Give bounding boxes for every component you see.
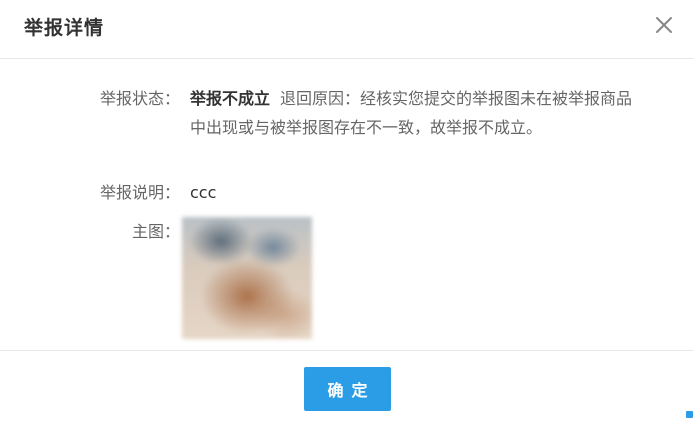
status-value: 举报不成立	[190, 89, 271, 108]
main-image-thumbnail[interactable]	[182, 217, 312, 339]
reason-label: 退回原因：	[280, 89, 361, 108]
status-content: 举报不成立 退回原因：经核实您提交的举报图未在被举报商品中出现或与被举报图存在不一…	[190, 84, 645, 142]
dialog-body: 举报状态： 举报不成立 退回原因：经核实您提交的举报图未在被举报商品中出现或与被举…	[0, 59, 693, 350]
edge-marker	[686, 411, 693, 418]
dialog-header: 举报详情	[0, 0, 693, 59]
confirm-button[interactable]: 确定	[304, 367, 391, 411]
main-image-label: 主图：	[131, 222, 180, 241]
close-icon[interactable]	[651, 12, 677, 38]
description-label: 举报说明：	[99, 183, 180, 202]
dialog-title: 举报详情	[24, 17, 105, 39]
status-label: 举报状态：	[99, 89, 180, 108]
report-details-dialog: 举报详情 举报状态： 举报不成立 退回原因：经核实您提交的举报图未在被举报商品中出…	[0, 0, 693, 421]
dialog-footer: 确定	[0, 350, 693, 422]
description-value: ccc	[190, 183, 217, 202]
